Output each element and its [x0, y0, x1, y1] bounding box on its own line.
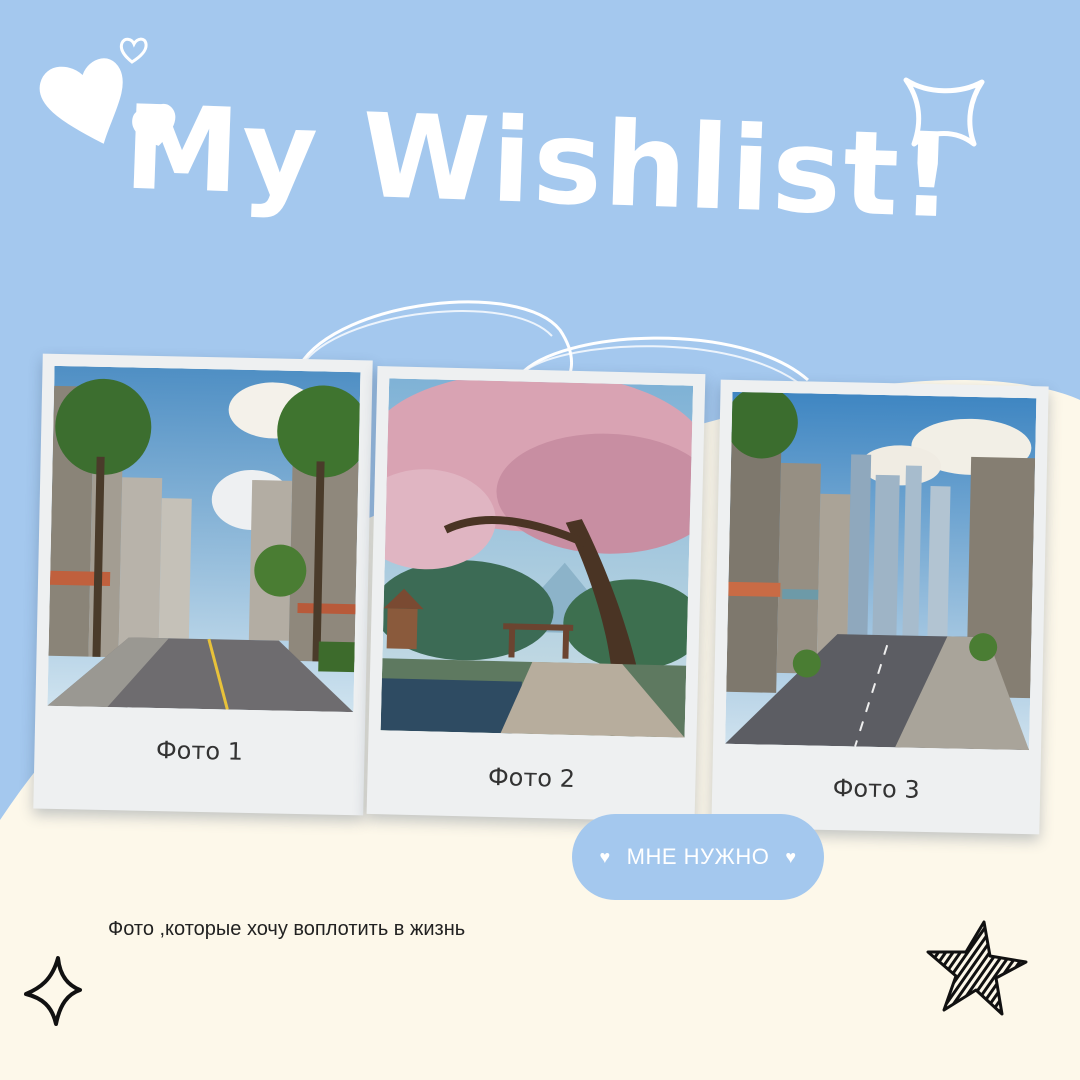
heart-icon: ♥: [785, 846, 797, 867]
polaroid-photo-1[interactable]: Фото 1: [33, 353, 373, 816]
need-it-button-label: МНЕ НУЖНО: [626, 844, 770, 869]
need-it-button[interactable]: ♥ МНЕ НУЖНО ♥: [572, 814, 824, 900]
description-text: Фото ,которые хочу воплотить в жизнь: [108, 918, 466, 940]
photo-1-image: [47, 365, 361, 713]
photo-1-caption: Фото 1: [155, 736, 244, 766]
polaroid-photo-2[interactable]: Фото 2: [366, 366, 706, 822]
photo-3-caption: Фото 3: [832, 774, 920, 804]
striped-star-icon: [926, 920, 1028, 1016]
photo-3-image: [725, 391, 1037, 751]
polaroid-photo-3[interactable]: Фото 3: [711, 379, 1049, 835]
heart-icon: ♥: [599, 846, 611, 867]
sparkle-outline-icon: [24, 956, 82, 1026]
photo-2-image: [380, 378, 694, 738]
photo-2-caption: Фото 2: [487, 762, 576, 794]
